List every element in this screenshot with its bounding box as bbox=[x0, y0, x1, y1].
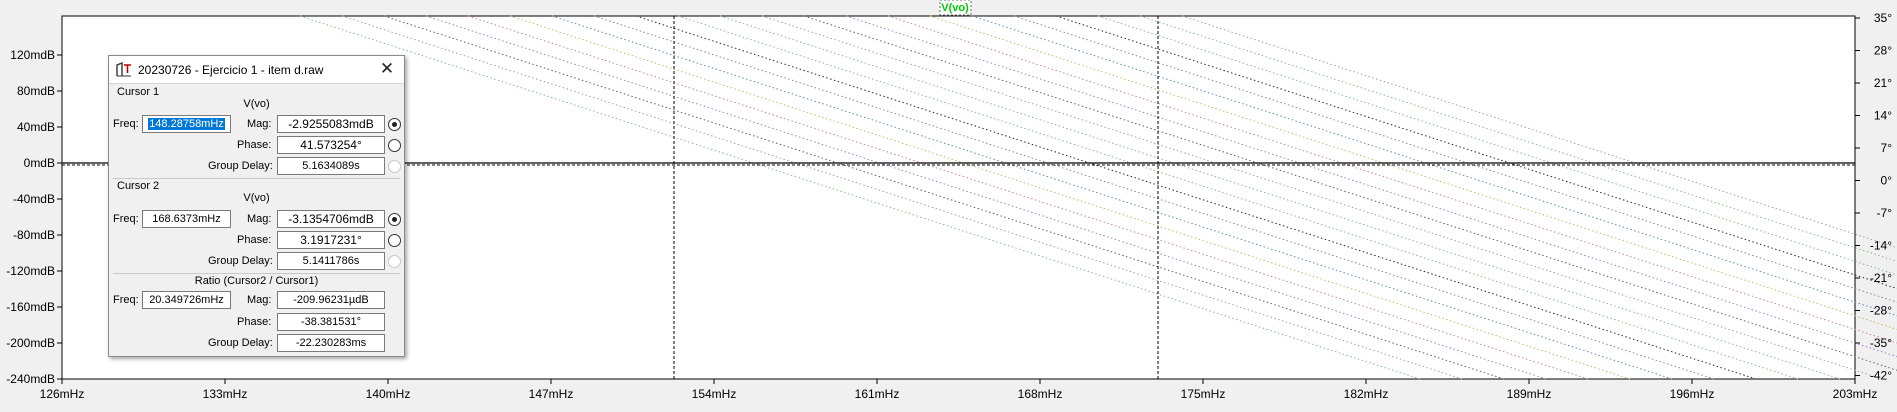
divider bbox=[113, 273, 400, 274]
x-tick-label: 133mHz bbox=[203, 387, 248, 401]
left-tick-label: -240mdB bbox=[6, 372, 55, 386]
x-tick-label: 147mHz bbox=[529, 387, 574, 401]
right-tick-label: -7° bbox=[1877, 206, 1893, 220]
right-tick-label: 28° bbox=[1874, 44, 1892, 58]
dialog-title: 20230726 - Ejercicio 1 - item d.raw bbox=[138, 63, 324, 77]
ratio-gd-label: Group Delay: bbox=[208, 337, 273, 349]
cursor1-mag-radio[interactable] bbox=[388, 118, 401, 131]
cursor2-phase-radio[interactable] bbox=[388, 234, 401, 247]
cursor2-freq-field[interactable]: 168.6373mHz bbox=[142, 210, 231, 228]
dialog-titlebar[interactable]: 20230726 - Ejercicio 1 - item d.raw ✕ bbox=[109, 56, 404, 84]
right-tick-label: 21° bbox=[1874, 76, 1892, 90]
left-tick-label: -200mdB bbox=[6, 336, 55, 350]
cursor-readout-dialog[interactable]: 20230726 - Ejercicio 1 - item d.raw ✕ Cu… bbox=[108, 55, 405, 357]
x-tick-label: 175mHz bbox=[1181, 387, 1226, 401]
divider bbox=[113, 178, 400, 179]
ratio-freq-field[interactable]: 20.349726mHz bbox=[142, 291, 231, 309]
right-tick-label: 35° bbox=[1874, 11, 1892, 25]
x-tick-label: 126mHz bbox=[40, 387, 85, 401]
x-tick-label: 203mHz bbox=[1833, 387, 1878, 401]
ratio-freq-label: Freq: bbox=[113, 294, 139, 306]
cursor1-group-label: Cursor 1 bbox=[117, 86, 160, 98]
right-tick-label: -35° bbox=[1870, 336, 1892, 350]
ratio-mag-field[interactable]: -209.96231µdB bbox=[277, 291, 385, 309]
cursor1-freq-label: Freq: bbox=[113, 118, 139, 130]
x-tick-label: 154mHz bbox=[692, 387, 737, 401]
left-tick-label: 40mdB bbox=[17, 120, 55, 134]
cursor2-trace-name: V(vo) bbox=[243, 192, 270, 204]
cursor2-gd-radio[interactable] bbox=[388, 255, 401, 268]
ratio-mag-label: Mag: bbox=[247, 294, 272, 306]
cursor1-mag-label: Mag: bbox=[247, 118, 272, 130]
x-tick-label: 196mHz bbox=[1670, 387, 1715, 401]
left-tick-label: -120mdB bbox=[6, 264, 55, 278]
cursor2-gd-label: Group Delay: bbox=[208, 255, 273, 267]
trace-title[interactable]: V(vo) bbox=[941, 2, 969, 14]
cursor2-gd-field[interactable]: 5.1411786s bbox=[277, 252, 385, 270]
cursor1-gd-label: Group Delay: bbox=[208, 160, 273, 172]
cursor2-phase-label: Phase: bbox=[237, 234, 272, 246]
right-tick-label: 0° bbox=[1881, 174, 1893, 188]
close-icon[interactable]: ✕ bbox=[376, 59, 398, 79]
cursor1-gd-radio[interactable] bbox=[388, 160, 401, 173]
left-tick-label: -80mdB bbox=[13, 228, 55, 242]
left-tick-label: -160mdB bbox=[6, 300, 55, 314]
cursor2-freq-label: Freq: bbox=[113, 213, 139, 225]
right-tick-label: 7° bbox=[1881, 141, 1893, 155]
cursor1-phase-radio[interactable] bbox=[388, 139, 401, 152]
ratio-phase-field[interactable]: -38.381531° bbox=[277, 313, 385, 331]
cursor1-freq-value[interactable]: 148.28758mHz bbox=[148, 118, 225, 130]
cursor2-group-label: Cursor 2 bbox=[117, 180, 160, 192]
ltspice-icon bbox=[116, 62, 131, 77]
x-tick-label: 182mHz bbox=[1344, 387, 1389, 401]
cursor2-phase-field[interactable]: 3.1917231° bbox=[277, 231, 385, 249]
right-tick-label: -21° bbox=[1870, 271, 1892, 285]
right-tick-label: -14° bbox=[1870, 239, 1892, 253]
x-tick-label: 168mHz bbox=[1018, 387, 1063, 401]
left-tick-label: 120mdB bbox=[10, 48, 55, 62]
cursor2-mag-field[interactable]: -3.1354706mdB bbox=[277, 210, 385, 228]
x-tick-label: 189mHz bbox=[1507, 387, 1552, 401]
right-tick-label: -28° bbox=[1870, 304, 1892, 318]
x-tick-label: 140mHz bbox=[366, 387, 411, 401]
cursor1-mag-field[interactable]: -2.9255083mdB bbox=[277, 115, 385, 133]
left-tick-label: 0mdB bbox=[24, 156, 55, 170]
right-tick-label: 14° bbox=[1874, 109, 1892, 123]
cursor1-phase-field[interactable]: 41.573254° bbox=[277, 136, 385, 154]
ratio-phase-label: Phase: bbox=[237, 316, 272, 328]
cursor1-gd-field[interactable]: 5.1634089s bbox=[277, 157, 385, 175]
left-tick-label: -40mdB bbox=[13, 192, 55, 206]
right-tick-label: -42° bbox=[1870, 369, 1892, 383]
cursor1-phase-label: Phase: bbox=[237, 139, 272, 151]
x-tick-label: 161mHz bbox=[855, 387, 900, 401]
cursor1-trace-name: V(vo) bbox=[243, 98, 270, 110]
left-tick-label: 80mdB bbox=[17, 84, 55, 98]
ratio-gd-field[interactable]: -22.230283ms bbox=[277, 334, 385, 352]
cursor2-mag-radio[interactable] bbox=[388, 213, 401, 226]
cursor1-freq-field[interactable]: 148.28758mHz bbox=[142, 115, 231, 133]
ratio-group-label: Ratio (Cursor2 / Cursor1) bbox=[194, 275, 319, 287]
cursor2-mag-label: Mag: bbox=[247, 213, 272, 225]
